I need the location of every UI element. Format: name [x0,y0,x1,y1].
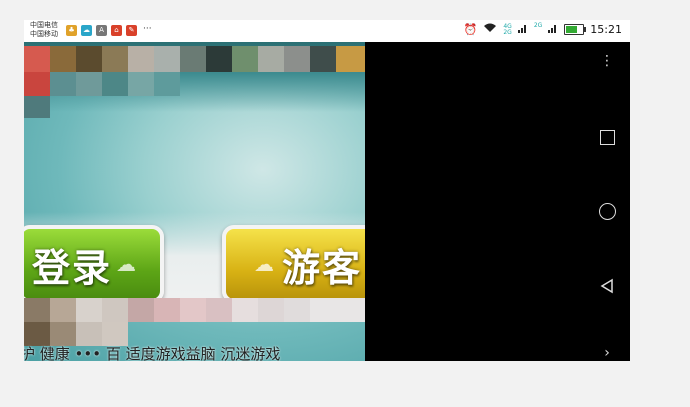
back-triangle-icon [600,278,613,294]
network-label-2g: 2G [503,28,512,36]
clock: 15:21 [590,23,622,36]
mosaic-tile [102,46,128,72]
notification-icons: ♣ ☁ A ⌂ ✎ ··· [66,25,152,36]
pixelated-footer [24,298,365,348]
login-button[interactable]: 登录 ☁ [24,225,164,303]
mosaic-tile [232,298,258,322]
mosaic-tile [76,322,102,346]
game-app-icon: ♣ [66,25,77,36]
mosaic-tile [128,72,154,96]
mosaic-tile [24,72,50,96]
recents-button[interactable] [594,124,620,150]
mosaic-tile [128,298,154,322]
mosaic-tile [24,46,50,72]
mosaic-tile [310,298,365,322]
guest-login-button[interactable]: ☁ 游客 [222,225,365,303]
system-icons: ⏰ 4G 2G 2G 15:21 [463,22,622,37]
navigation-bar: ⋮ › [584,42,630,361]
mosaic-tile [102,322,128,346]
login-label: 登录 [31,245,112,290]
expand-button[interactable]: › [594,340,620,361]
health-advisory-text: 护 健康 ••• 百 适度游戏益脑 沉迷游戏 [24,345,281,361]
pixelated-banner [24,42,365,118]
mosaic-tile [76,46,102,72]
mosaic-tile [154,46,180,72]
cloud-ornament-icon: ☁ [116,252,136,276]
mosaic-tile [50,322,76,346]
mosaic-tile [180,298,206,322]
mosaic-tile [102,72,128,96]
mosaic-tile [206,46,232,72]
cloud-app-icon: ☁ [81,25,92,36]
mosaic-tile [102,298,128,322]
home-app-icon: ⌂ [111,25,122,36]
mosaic-tile [50,46,76,72]
alarm-icon: ⏰ [463,23,478,36]
mosaic-tile [258,46,284,72]
more-notifications: ··· [143,24,152,34]
mosaic-tile [206,298,232,322]
menu-button[interactable]: ⋮ [594,48,620,74]
cloud-ornament-icon: ☁ [253,252,274,276]
mosaic-tile [24,96,50,118]
carrier-1: 中国电信 [30,21,58,29]
a-app-icon: A [96,25,107,36]
home-button[interactable] [594,198,620,224]
mosaic-tile [50,298,76,322]
mosaic-tile [310,46,336,72]
recents-square-icon [599,129,615,145]
carrier-info: 中国电信 中国移动 [30,21,58,39]
mosaic-tile [24,298,50,322]
mosaic-tile [232,46,258,72]
signal-icon-1 [517,23,528,36]
mosaic-tile [76,298,102,322]
carrier-2: 中国移动 [30,30,58,38]
network-type: 4G 2G [503,23,512,36]
status-bar: 中国电信 中国移动 ♣ ☁ A ⌂ ✎ ··· ⏰ 4G 2G 2G 15:21 [24,20,630,42]
wifi-icon [483,23,497,36]
mosaic-tile [154,72,180,96]
mosaic-tile [154,298,180,322]
network-label-2: 2G [533,22,543,29]
tool-app-icon: ✎ [126,25,137,36]
mosaic-tile [50,72,76,96]
mosaic-tile [180,46,206,72]
mosaic-tile [128,46,154,72]
mosaic-tile [76,72,102,96]
overflow-menu-icon: ⋮ [600,53,614,69]
mosaic-tile [284,46,310,72]
mosaic-tile [24,322,50,346]
phone-screen: 中国电信 中国移动 ♣ ☁ A ⌂ ✎ ··· ⏰ 4G 2G 2G 15:21… [24,20,630,361]
battery-icon [564,24,587,35]
mosaic-tile [284,298,310,322]
chevron-right-icon: › [604,345,610,361]
mosaic-tile [258,298,284,322]
game-viewport[interactable]: 登录 ☁ ☁ 游客 护 健康 ••• 百 适度游戏益脑 沉迷游戏 [24,42,365,361]
mosaic-tile [336,46,365,72]
back-button[interactable] [594,273,620,299]
battery-fill [566,26,578,33]
signal-icon-2 [548,23,558,36]
guest-label: 游客 [281,245,362,290]
home-circle-icon [598,202,616,220]
